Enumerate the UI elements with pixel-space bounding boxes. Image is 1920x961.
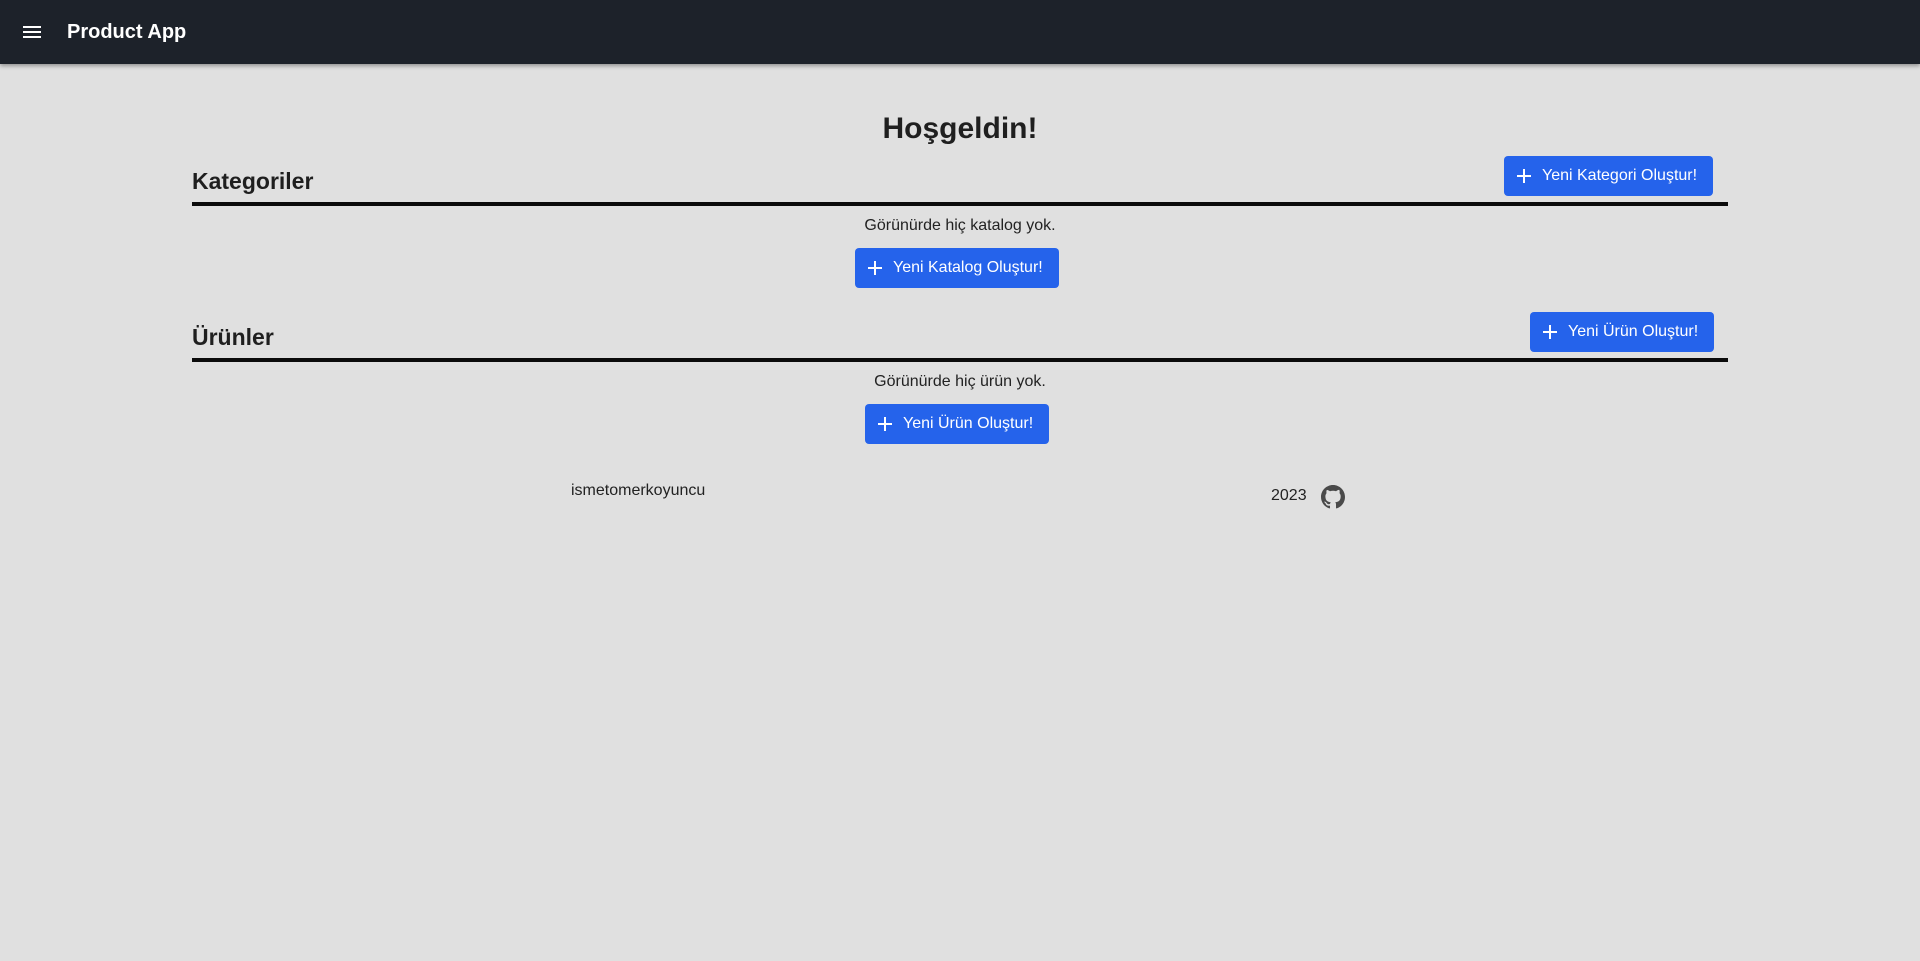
categories-section-header: Kategoriler [192,156,1728,206]
footer-author: ismetomerkoyuncu [571,482,706,499]
products-title: Ürünler [192,324,274,350]
plus-icon [877,416,893,432]
products-empty-text: Görünürde hiç ürün yok. [874,373,1046,390]
github-icon[interactable] [1321,485,1345,509]
page-title: Hoşgeldin! [882,112,1038,145]
categories-empty-text: Görünürde hiç katalog yok. [864,217,1056,234]
create-category-button[interactable]: Yeni Kategori Oluştur! [1504,156,1714,196]
create-product-empty-button[interactable]: Yeni Ürün Oluştur! [865,404,1050,444]
create-product-button[interactable]: Yeni Ürün Oluştur! [1530,312,1715,352]
products-section-header: Ürünler [192,312,1728,362]
plus-icon [867,260,883,276]
plus-icon [1542,324,1558,340]
menu-button[interactable] [16,16,48,48]
footer-year: 2023 [1271,487,1307,504]
categories-title: Kategoriler [192,168,314,194]
app-bar: Product App [0,0,1920,64]
create-product-empty-label: Yeni Ürün Oluştur! [903,415,1034,432]
create-catalog-label: Yeni Katalog Oluştur! [893,259,1043,276]
create-product-label: Yeni Ürün Oluştur! [1568,323,1699,340]
plus-icon [1516,168,1532,184]
create-category-label: Yeni Kategori Oluştur! [1542,167,1698,184]
menu-icon [23,26,41,38]
products-divider [192,358,1728,362]
create-catalog-button[interactable]: Yeni Katalog Oluştur! [855,248,1059,288]
app-title[interactable]: Product App [67,21,186,44]
categories-divider [192,202,1728,206]
